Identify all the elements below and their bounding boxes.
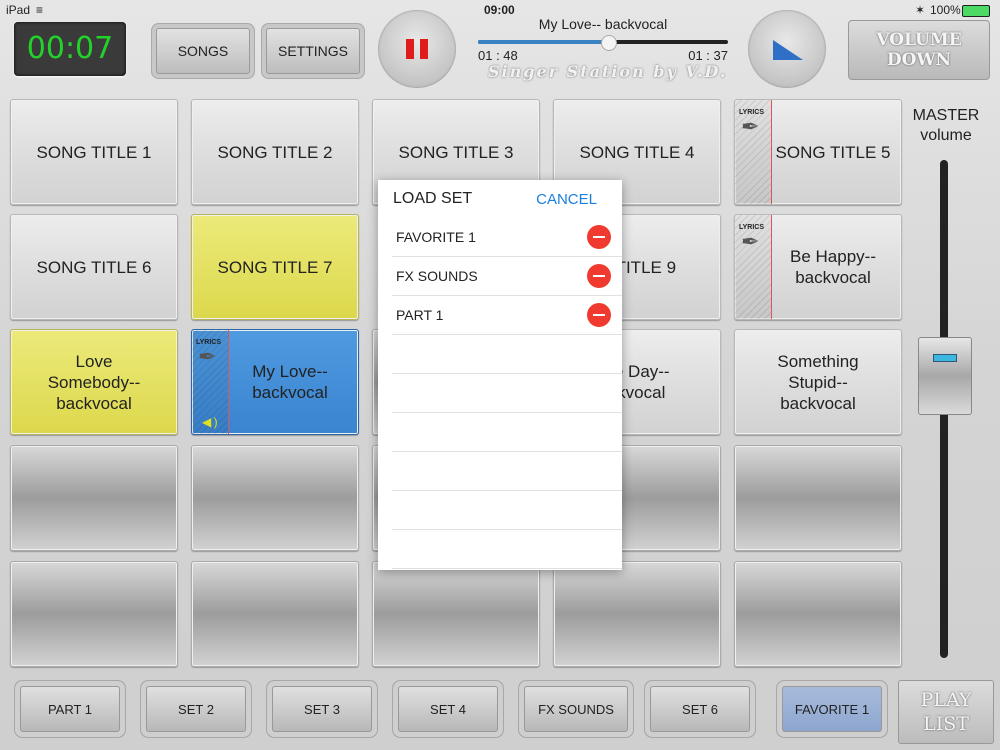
elapsed-time: 01 : 48: [478, 48, 518, 63]
wifi-icon: ≡: [36, 3, 44, 17]
speaker-icon: ◀ ): [202, 415, 218, 429]
song-pad[interactable]: LYRICS ✒ ◀ ) My Love-- backvocal: [191, 329, 359, 435]
pad-label: SONG TITLE 5: [775, 142, 891, 162]
dialog-title: LOAD SET: [393, 190, 473, 207]
empty-list-row: [392, 491, 622, 530]
playback-progress-slider[interactable]: [478, 35, 728, 51]
set-tab[interactable]: FX SOUNDS: [524, 686, 628, 732]
battery-icon: [962, 5, 990, 17]
pad-label: SONG TITLE 4: [579, 142, 695, 162]
settings-button[interactable]: SETTINGS: [266, 28, 360, 74]
song-pad[interactable]: LYRICS ✒ SONG TITLE 5: [734, 99, 902, 205]
delete-icon[interactable]: [587, 303, 611, 327]
cancel-button[interactable]: CANCEL: [536, 191, 597, 208]
battery-percent: 100%: [930, 3, 961, 17]
pad-label: SONG TITLE 2: [217, 142, 333, 162]
master-volume-knob[interactable]: [918, 337, 972, 416]
elapsed-timer: 00:07: [14, 22, 126, 76]
remaining-time: 01 : 37: [688, 48, 728, 63]
feather-icon: ✒: [741, 229, 760, 254]
empty-pad[interactable]: [10, 445, 178, 551]
load-set-dialog: LOAD SET CANCEL FAVORITE 1 FX SOUNDS PART …: [378, 180, 622, 570]
feather-icon: ✒: [741, 114, 760, 139]
pad-label: Love Somebody-- backvocal: [47, 351, 141, 413]
delete-icon[interactable]: [587, 225, 611, 249]
empty-pad[interactable]: [553, 561, 721, 667]
pad-label: SONG TITLE 1: [36, 142, 152, 162]
song-pad[interactable]: SONG TITLE 6: [10, 214, 178, 320]
pad-label: SONG TITLE 6: [36, 257, 152, 277]
set-tab[interactable]: SET 6: [650, 686, 750, 732]
empty-pad[interactable]: [372, 561, 540, 667]
set-tab[interactable]: SET 3: [272, 686, 372, 732]
empty-list-row: [392, 374, 622, 413]
song-pad[interactable]: SONG TITLE 1: [10, 99, 178, 205]
set-tab[interactable]: PART 1: [20, 686, 120, 732]
pad-label: SONG TITLE 3: [398, 142, 514, 162]
pad-label: My Love-- backvocal: [252, 362, 328, 402]
empty-list-row: [392, 413, 622, 452]
empty-pad[interactable]: [191, 445, 359, 551]
empty-pad[interactable]: [734, 445, 902, 551]
device-name: iPad: [6, 3, 31, 17]
volume-down-label-2: DOWN: [886, 50, 952, 70]
volume-down-button[interactable]: VOLUME DOWN: [848, 20, 990, 80]
song-pad[interactable]: SONG TITLE 2: [191, 99, 359, 205]
song-pad[interactable]: Something Stupid-- backvocal: [734, 329, 902, 435]
volume-down-label-1: VOLUME: [876, 30, 962, 50]
app-brand: Singer Station by V.D.: [488, 62, 728, 81]
set-tab[interactable]: SET 4: [398, 686, 498, 732]
now-playing: My Love-- backvocal 01 : 48 01 : 37 Sing…: [478, 0, 728, 90]
empty-list-row: [392, 335, 622, 374]
pause-icon: [406, 39, 414, 59]
empty-pad[interactable]: [191, 561, 359, 667]
empty-list-row: [392, 530, 622, 569]
song-pad[interactable]: LYRICS ✒ Be Happy-- backvocal: [734, 214, 902, 320]
pad-label: SONG TITLE 7: [217, 257, 333, 277]
pause-button[interactable]: [378, 10, 456, 88]
set-list-item[interactable]: FX SOUNDS: [392, 257, 622, 296]
play-button[interactable]: [748, 10, 826, 88]
pad-label: Be Happy-- backvocal: [790, 247, 876, 287]
song-pad[interactable]: SONG TITLE 7: [191, 214, 359, 320]
set-list-item[interactable]: FAVORITE 1: [392, 218, 622, 257]
songs-button[interactable]: SONGS: [156, 28, 250, 74]
pad-label: Something Stupid-- backvocal: [777, 351, 859, 413]
set-item-label: FAVORITE 1: [396, 229, 476, 245]
progress-thumb[interactable]: [601, 35, 617, 51]
empty-pad[interactable]: [734, 561, 902, 667]
set-tab[interactable]: SET 2: [146, 686, 246, 732]
playlist-button[interactable]: PLAY LIST: [898, 680, 994, 744]
play-icon: [773, 40, 803, 60]
empty-list-row: [392, 452, 622, 491]
set-list-item[interactable]: PART 1: [392, 296, 622, 335]
set-item-label: PART 1: [396, 307, 444, 323]
set-tab[interactable]: FAVORITE 1: [782, 686, 882, 732]
set-item-label: FX SOUNDS: [396, 268, 478, 284]
now-playing-title: My Love-- backvocal: [538, 16, 668, 32]
delete-icon[interactable]: [587, 264, 611, 288]
progress-fill: [478, 40, 608, 44]
empty-pad[interactable]: [10, 561, 178, 667]
bluetooth-icon: ✶: [915, 3, 926, 17]
song-pad[interactable]: Love Somebody-- backvocal: [10, 329, 178, 435]
feather-icon: ✒: [198, 344, 217, 369]
master-volume-label: MASTER volume: [912, 107, 980, 144]
